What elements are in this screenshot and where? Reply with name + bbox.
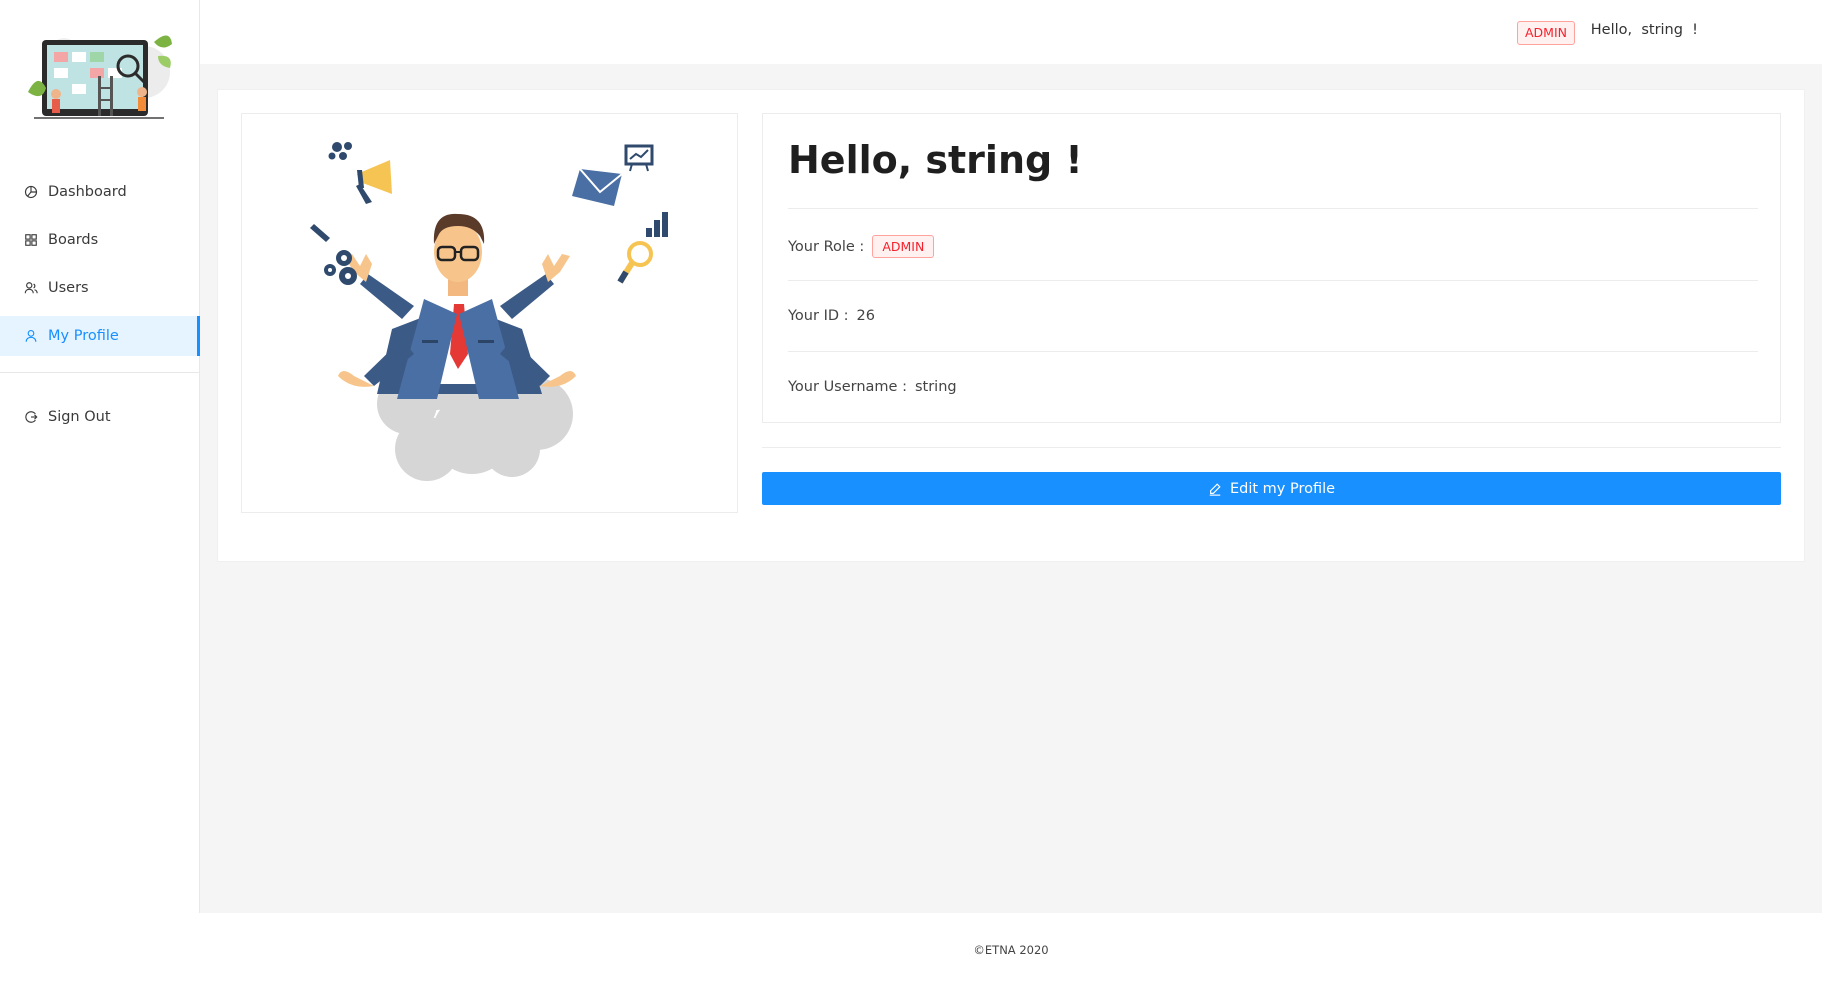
sidebar-item-my-profile[interactable]: My Profile (0, 316, 200, 356)
user-icon (25, 330, 37, 342)
edit-profile-label: Edit my Profile (1229, 480, 1336, 497)
edit-profile-button[interactable]: Edit my Profile (762, 472, 1781, 505)
pie-chart-icon (24, 185, 38, 199)
footer: ©ETNA 2020 (200, 913, 1822, 983)
sidebar-item-label: Users (48, 280, 89, 296)
sidebar: Dashboard Boards Users My Profile Sign O… (0, 0, 200, 913)
sidebar-item-label: Sign Out (48, 409, 111, 425)
sidebar-item-label: My Profile (48, 328, 119, 344)
profile-title: Hello, string ! (788, 138, 1083, 182)
sidebar-item-boards[interactable]: Boards (0, 220, 200, 260)
divider (762, 447, 1781, 448)
logout-icon (25, 411, 38, 423)
profile-info-panel: Hello, string ! Your Role : ADMIN Your I… (762, 113, 1781, 423)
menu-divider (0, 372, 200, 373)
header-role-badge: ADMIN (1517, 21, 1575, 45)
app: Dashboard Boards Users My Profile Sign O… (0, 0, 1822, 983)
sidebar-item-users[interactable]: Users (0, 268, 200, 308)
users-icon (24, 282, 38, 294)
edit-icon (1209, 482, 1221, 496)
profile-illustration-panel (241, 113, 738, 513)
footer-copyright: ©ETNA 2020 (973, 943, 1049, 957)
appstore-icon (25, 234, 37, 246)
divider (788, 351, 1758, 352)
username-value: string (914, 379, 957, 395)
sidebar-item-label: Dashboard (48, 184, 127, 200)
role-row: Your Role : ADMIN (788, 235, 935, 258)
sidebar-item-label: Boards (48, 232, 99, 248)
divider (788, 208, 1758, 209)
id-row: Your ID : 26 (788, 308, 875, 324)
multitasking-businessman-illustration (310, 142, 668, 481)
role-label: Your Role : (788, 238, 865, 255)
divider (788, 280, 1758, 281)
sidebar-item-sign-out[interactable]: Sign Out (0, 397, 200, 437)
username-row: Your Username : string (788, 379, 957, 395)
sidebar-item-dashboard[interactable]: Dashboard (0, 172, 200, 212)
role-badge: ADMIN (872, 235, 935, 258)
logo-illustration[interactable] (24, 22, 176, 130)
username-label: Your Username : (788, 379, 907, 395)
top-header (200, 0, 1822, 64)
id-label: Your ID : (788, 308, 849, 324)
header-greeting: Hello, string ! (1590, 22, 1698, 38)
id-value: 26 (856, 308, 875, 324)
sidebar-menu: Dashboard Boards Users My Profile Sign O… (0, 172, 200, 445)
